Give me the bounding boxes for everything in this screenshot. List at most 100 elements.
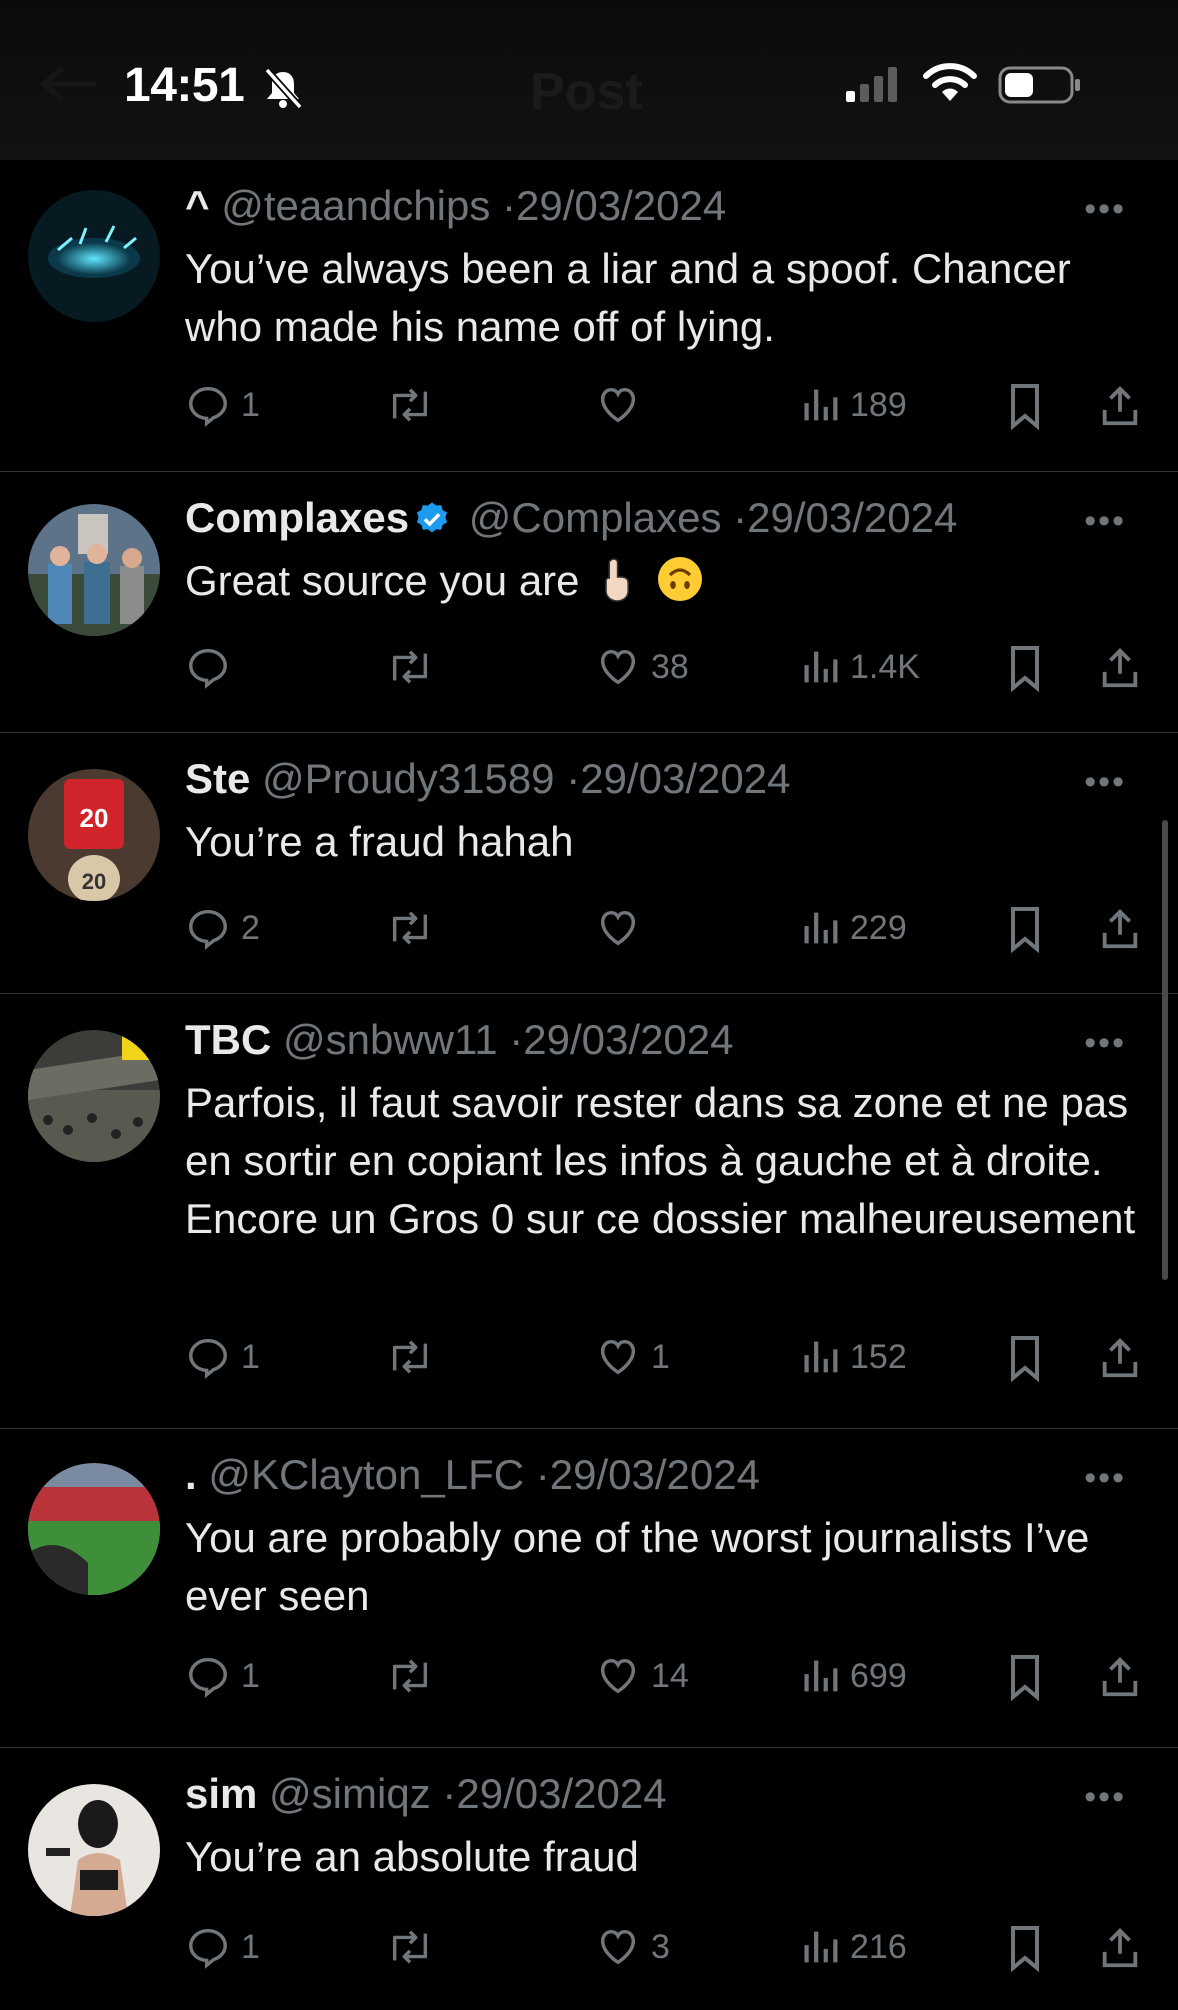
bookmark-button[interactable] — [1005, 382, 1045, 430]
tweet-actions: 1 1 152 — [185, 1334, 1145, 1384]
tweet-date[interactable]: 29/03/2024 — [550, 1451, 760, 1498]
like-button[interactable]: 1 — [595, 1334, 670, 1380]
tweet[interactable]: ^ @teaandchips ·29/03/2024 ••• You’ve al… — [0, 160, 1178, 472]
bookmark-button[interactable] — [1005, 1924, 1045, 1972]
tweet[interactable]: sim @simiqz ·29/03/2024 ••• You’re an ab… — [0, 1748, 1178, 2010]
tweet[interactable]: TBC @snbww11 ·29/03/2024 ••• Parfois, il… — [0, 994, 1178, 1429]
avatar[interactable] — [28, 1463, 160, 1595]
reply-button[interactable]: 1 — [185, 1924, 260, 1970]
avatar[interactable] — [28, 504, 160, 636]
like-button[interactable]: 3 — [595, 1924, 670, 1970]
heart-icon — [600, 649, 636, 685]
tweet-date[interactable]: 29/03/2024 — [523, 1016, 733, 1063]
tweet[interactable]: Complaxes @Complaxes ·29/03/2024 ••• Gre… — [0, 472, 1178, 733]
views-button[interactable]: 1.4K — [800, 644, 920, 690]
like-button[interactable] — [595, 905, 651, 951]
views-button[interactable]: 216 — [800, 1924, 907, 1970]
reply-feed: ^ @teaandchips ·29/03/2024 ••• You’ve al… — [0, 160, 1178, 2010]
wifi-icon — [923, 63, 977, 101]
tweet-date[interactable]: 29/03/2024 — [747, 494, 957, 541]
like-count: 1 — [651, 1337, 670, 1376]
handle[interactable]: @snbww11 — [283, 1016, 498, 1063]
retweet-button[interactable] — [385, 1653, 435, 1699]
like-count: 38 — [651, 647, 689, 686]
back-arrow-icon[interactable] — [40, 64, 100, 104]
share-icon — [1102, 386, 1138, 426]
tweet-date[interactable]: 29/03/2024 — [516, 182, 726, 229]
like-button[interactable] — [595, 382, 651, 428]
svg-text:20: 20 — [82, 869, 106, 894]
tweet-date[interactable]: 29/03/2024 — [580, 755, 790, 802]
handle[interactable]: @simiqz — [269, 1770, 431, 1817]
view-count: 229 — [850, 908, 907, 947]
tweet-text-row: Great source you are — [185, 552, 1145, 610]
tweet-text: You are probably one of the worst journa… — [185, 1514, 1090, 1619]
retweet-button[interactable] — [385, 644, 435, 690]
more-icon[interactable]: ••• — [1084, 1024, 1126, 1063]
display-name[interactable]: ^ — [185, 182, 210, 229]
handle[interactable]: @teaandchips — [221, 182, 490, 229]
separator: · — [502, 182, 517, 229]
avatar[interactable] — [28, 1784, 160, 1916]
retweet-button[interactable] — [385, 382, 435, 428]
scrollbar[interactable] — [1162, 820, 1168, 1280]
verified-badge-icon — [417, 502, 448, 533]
share-button[interactable] — [1097, 905, 1143, 953]
share-icon — [1102, 1338, 1138, 1378]
display-name[interactable]: sim — [185, 1770, 257, 1817]
retweet-button[interactable] — [385, 905, 435, 951]
bookmark-button[interactable] — [1005, 644, 1045, 692]
like-button[interactable]: 14 — [595, 1653, 689, 1699]
view-count: 152 — [850, 1337, 907, 1376]
reply-count: 2 — [241, 908, 260, 947]
avatar[interactable] — [28, 1030, 160, 1162]
analytics-icon — [804, 651, 838, 683]
reply-icon — [189, 909, 227, 950]
bookmark-button[interactable] — [1005, 905, 1045, 953]
handle[interactable]: @Proudy31589 — [262, 755, 555, 802]
reply-button[interactable] — [185, 644, 241, 690]
heart-icon — [600, 1658, 636, 1694]
reply-button[interactable]: 1 — [185, 1334, 260, 1380]
share-icon — [1102, 909, 1138, 949]
share-icon — [1102, 1657, 1138, 1697]
reply-button[interactable]: 1 — [185, 1653, 260, 1699]
tweet-header: TBC @snbww11 ·29/03/2024 — [185, 1016, 734, 1064]
display-name[interactable]: . — [185, 1451, 197, 1498]
reply-button[interactable]: 1 — [185, 382, 260, 428]
views-button[interactable]: 152 — [800, 1334, 907, 1380]
tweet-date[interactable]: 29/03/2024 — [456, 1770, 666, 1817]
bookmark-button[interactable] — [1005, 1334, 1045, 1382]
display-name[interactable]: Ste — [185, 755, 250, 802]
reply-button[interactable]: 2 — [185, 905, 260, 951]
views-button[interactable]: 699 — [800, 1653, 907, 1699]
views-button[interactable]: 229 — [800, 905, 907, 951]
like-button[interactable]: 38 — [595, 644, 689, 690]
tweet-header: Ste @Proudy31589 ·29/03/2024 — [185, 755, 790, 803]
more-icon[interactable]: ••• — [1084, 1778, 1126, 1817]
share-button[interactable] — [1097, 1653, 1143, 1701]
more-icon[interactable]: ••• — [1084, 190, 1126, 229]
views-button[interactable]: 189 — [800, 382, 907, 428]
bookmark-button[interactable] — [1005, 1653, 1045, 1701]
display-name[interactable]: Complaxes — [185, 494, 409, 541]
handle[interactable]: @KClayton_LFC — [208, 1451, 524, 1498]
share-button[interactable] — [1097, 644, 1143, 692]
tweet-header: sim @simiqz ·29/03/2024 — [185, 1770, 667, 1818]
share-button[interactable] — [1097, 1334, 1143, 1382]
more-icon[interactable]: ••• — [1084, 502, 1126, 541]
tweet[interactable]: . @KClayton_LFC ·29/03/2024 ••• You are … — [0, 1429, 1178, 1748]
tweet[interactable]: 20 20 Ste @Proudy31589 ·29/03/2024 ••• Y… — [0, 733, 1178, 994]
share-button[interactable] — [1097, 382, 1143, 430]
avatar[interactable] — [28, 190, 160, 322]
display-name[interactable]: TBC — [185, 1016, 271, 1063]
handle[interactable]: @Complaxes — [469, 494, 722, 541]
bookmark-icon — [1011, 1336, 1039, 1382]
more-icon[interactable]: ••• — [1084, 1459, 1126, 1498]
retweet-button[interactable] — [385, 1924, 435, 1970]
more-icon[interactable]: ••• — [1084, 763, 1126, 802]
battery-icon — [998, 66, 1080, 104]
retweet-button[interactable] — [385, 1334, 435, 1380]
share-button[interactable] — [1097, 1924, 1143, 1972]
avatar[interactable]: 20 20 — [28, 769, 160, 901]
